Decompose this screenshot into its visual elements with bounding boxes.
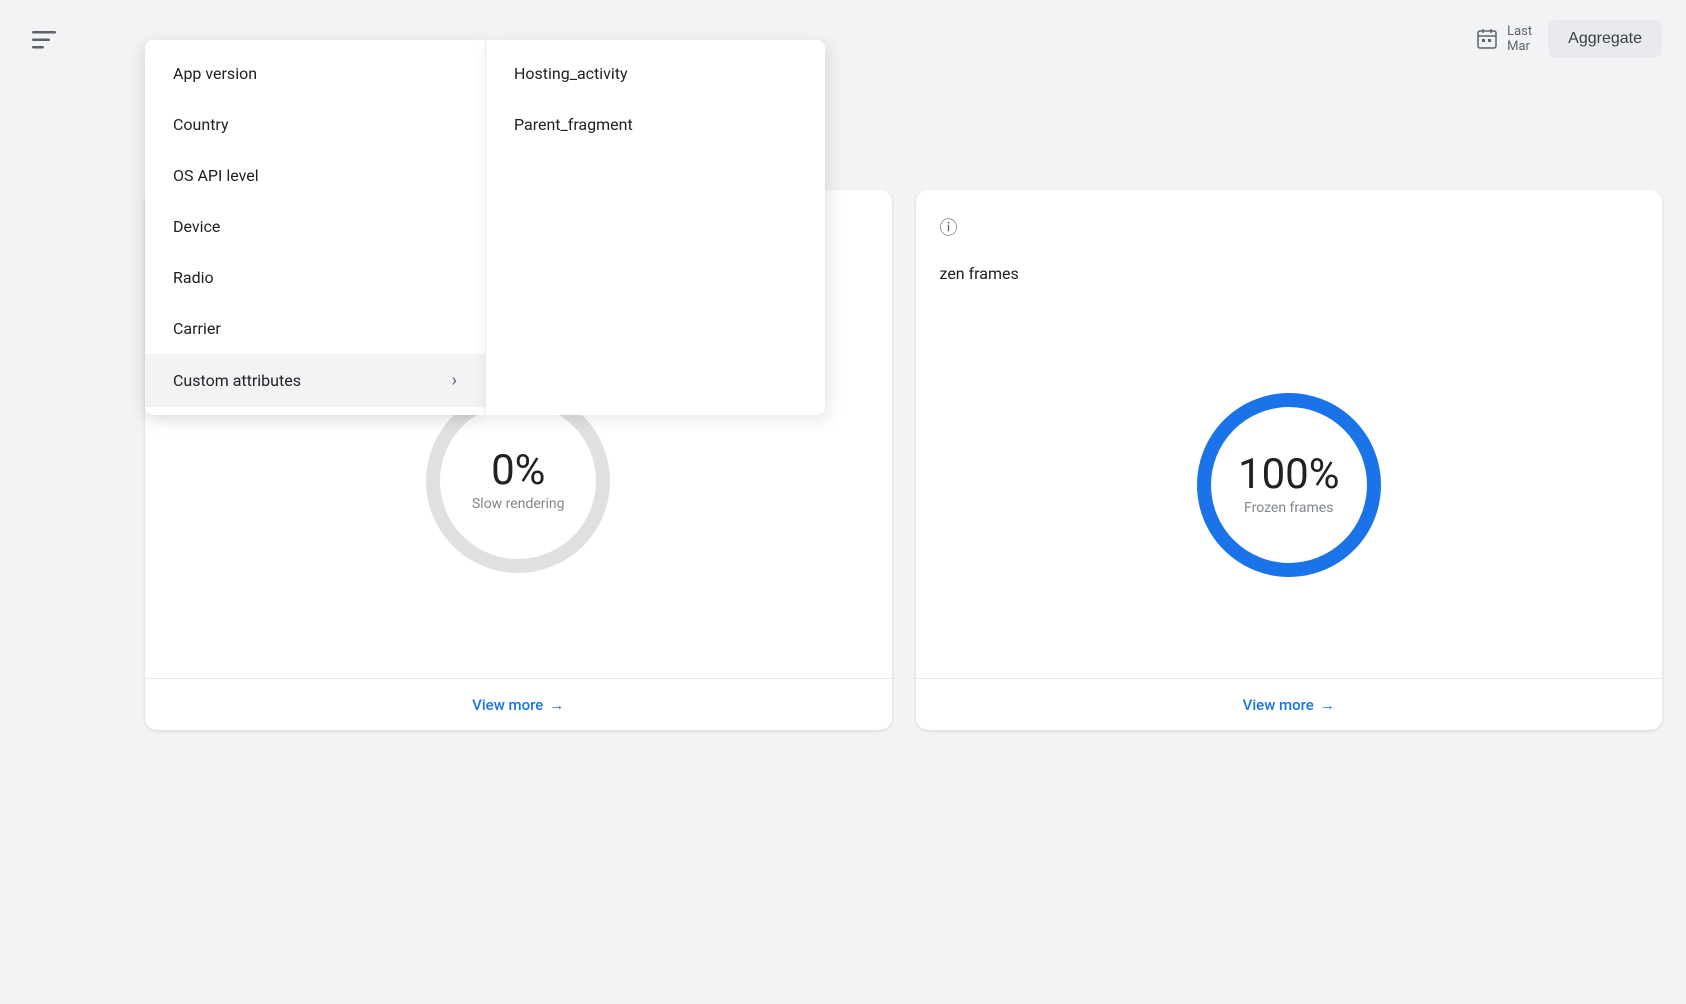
chevron-right-icon: › (452, 370, 457, 391)
date-range-text: Last Mar (1507, 24, 1532, 54)
menu-item-radio[interactable]: Radio (145, 252, 485, 303)
menu-item-device[interactable]: Device (145, 201, 485, 252)
frozen-frames-view-more[interactable]: View more → (1243, 696, 1335, 714)
menu-item-hosting-activity[interactable]: Hosting_activity (486, 48, 825, 99)
frozen-frames-donut: 100% Frozen frames (1179, 375, 1399, 595)
frozen-frames-center: 100% Frozen frames (1238, 454, 1340, 516)
slow-rendering-footer: View more → (145, 678, 892, 730)
frozen-frames-top-label: zen frames (916, 256, 1663, 291)
menu-item-custom-attributes[interactable]: Custom attributes › (145, 354, 485, 407)
calendar-icon (1475, 27, 1499, 51)
filter-button[interactable] (24, 20, 64, 60)
frozen-frames-chart-area: 100% Frozen frames (916, 291, 1663, 678)
dropdown-left-panel: App version Country OS API level Device … (145, 40, 485, 415)
top-right-controls: Last Mar Aggregate (1475, 20, 1662, 58)
frozen-frames-card: ⓘ zen frames 100% Frozen frames View mor… (916, 190, 1663, 730)
filter-dropdown: App version Country OS API level Device … (145, 40, 825, 415)
frozen-frames-percent: 100% (1238, 454, 1340, 496)
slow-rendering-view-more[interactable]: View more → (472, 696, 564, 714)
slow-rendering-center: 0% Slow rendering (472, 450, 565, 512)
aggregate-button[interactable]: Aggregate (1548, 20, 1662, 58)
slow-rendering-label: Slow rendering (472, 496, 565, 512)
frozen-frames-info-icon[interactable]: ⓘ (940, 218, 958, 239)
menu-item-app-version[interactable]: App version (145, 48, 485, 99)
slow-rendering-percent: 0% (472, 450, 565, 492)
dropdown-right-panel: Hosting_activity Parent_fragment (485, 40, 825, 415)
frozen-frames-header: ⓘ (916, 190, 1663, 256)
menu-item-os-api-level[interactable]: OS API level (145, 150, 485, 201)
menu-item-parent-fragment[interactable]: Parent_fragment (486, 99, 825, 150)
date-range-selector[interactable]: Last Mar (1475, 24, 1532, 54)
menu-item-country[interactable]: Country (145, 99, 485, 150)
frozen-frames-footer: View more → (916, 678, 1663, 730)
frozen-frames-label: Frozen frames (1238, 500, 1340, 516)
menu-item-carrier[interactable]: Carrier (145, 303, 485, 354)
